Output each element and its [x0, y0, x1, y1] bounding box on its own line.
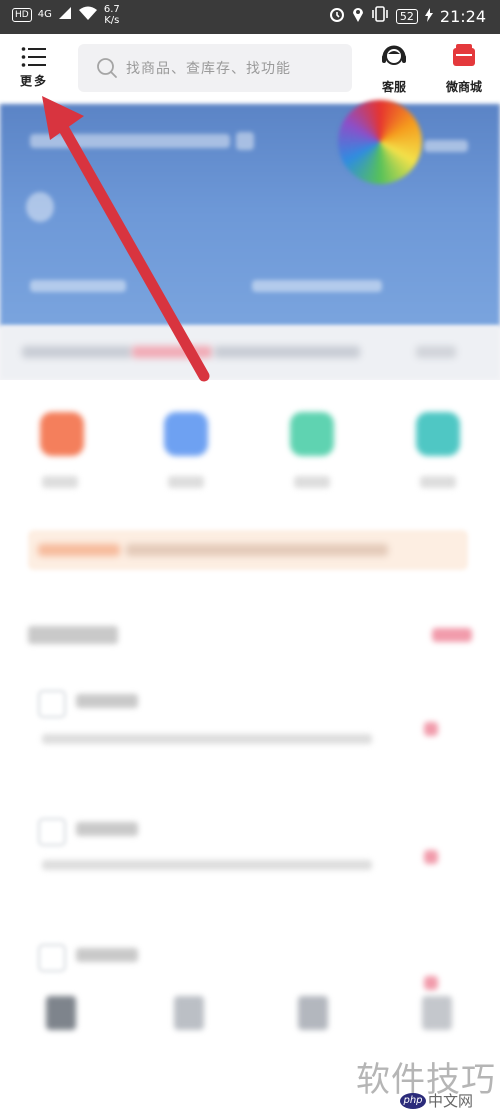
customer-service-label: 客服 [381, 80, 406, 94]
shortcut-icon-1[interactable] [40, 412, 84, 456]
speed-unit: K/s [104, 15, 120, 26]
micro-store-label: 微商城 [445, 80, 482, 94]
watermark-site: php 中文网 [400, 1090, 473, 1111]
app-header: 更多 找商品、查库存、找功能 客服 微商城 [0, 34, 500, 104]
shortcut-icon-4[interactable] [416, 412, 460, 456]
signal-icon [58, 6, 72, 24]
shortcut-icon-3[interactable] [290, 412, 334, 456]
bottom-nav-icon-2[interactable] [174, 996, 204, 1030]
store-icon [453, 44, 475, 66]
watermark-site-text: 中文网 [428, 1092, 474, 1110]
php-badge: php [400, 1092, 426, 1109]
customer-service-button[interactable]: 客服 [362, 42, 426, 95]
more-button[interactable]: 更多 [10, 42, 58, 98]
status-bar: HD 4G 6.7 K/s 52 21:24 [0, 0, 500, 34]
clock: 21:24 [439, 6, 486, 26]
balloon-image [338, 100, 422, 184]
wifi-icon [78, 5, 98, 25]
bottom-nav-icon-1[interactable] [46, 996, 76, 1030]
headset-icon [382, 45, 406, 65]
notice-strip[interactable] [0, 326, 500, 380]
vibrate-icon [371, 6, 389, 26]
bottom-nav-icon-4[interactable] [422, 996, 452, 1030]
micro-store-button[interactable]: 微商城 [432, 42, 496, 95]
speed-value: 6.7 [103, 4, 120, 15]
promo-banner[interactable] [0, 104, 500, 326]
shortcut-icon-2[interactable] [164, 412, 208, 456]
status-right: 52 21:24 [329, 6, 486, 26]
announcement-bar[interactable] [28, 530, 468, 570]
menu-icon [21, 47, 46, 67]
network-speed: 6.7 K/s [104, 4, 120, 26]
status-left: HD 4G 6.7 K/s [12, 4, 120, 26]
alarm-icon [329, 6, 345, 26]
more-label: 更多 [19, 74, 48, 88]
battery-level: 52 [395, 8, 418, 24]
search-placeholder: 找商品、查库存、找功能 [126, 61, 291, 77]
search-icon [97, 58, 117, 78]
bottom-nav-icon-3[interactable] [298, 996, 328, 1030]
search-input[interactable]: 找商品、查库存、找功能 [78, 44, 352, 92]
hd-badge: HD [12, 8, 32, 22]
network-type: 4G [37, 9, 52, 20]
location-icon [352, 6, 364, 26]
charging-icon [424, 7, 433, 26]
